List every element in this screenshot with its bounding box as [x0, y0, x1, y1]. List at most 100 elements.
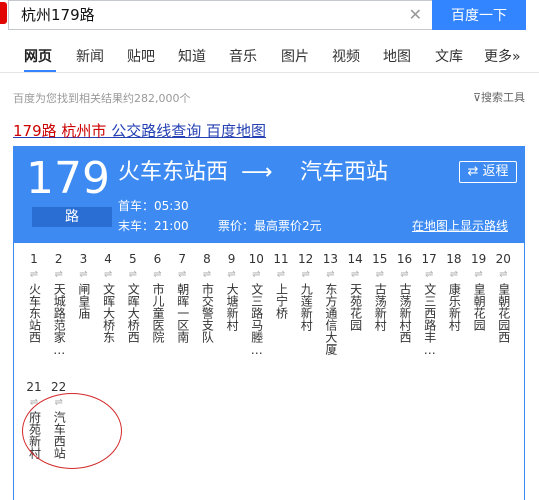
search-button[interactable]: 百度一下: [432, 0, 526, 30]
tab-web[interactable]: 网页: [24, 46, 52, 66]
stop-item[interactable]: 2 ⇌ 天城路范家…: [47, 251, 71, 357]
result-title-link[interactable]: 179路 杭州市 公交路线查询 百度地图: [13, 120, 266, 141]
stop-item[interactable]: 1 ⇌ 火车东站西: [22, 251, 46, 343]
stop-item[interactable]: 18 ⇌ 康乐新村: [442, 251, 466, 331]
stop-number: 6: [153, 252, 162, 266]
stop-name: 康乐新村: [447, 283, 462, 331]
bus-direction-icon: ⇌: [177, 269, 187, 280]
stop-name: 文三路马塍…: [249, 283, 264, 357]
search-tabs: 网页 新闻 贴吧 知道 音乐 图片 视频 地图 文库 更多»: [0, 46, 539, 68]
title-highlight-city: 杭州市: [61, 122, 107, 140]
stop-number: 11: [273, 252, 289, 266]
bus-direction-icon: ⇌: [301, 269, 310, 280]
fare-info: 票价：最高票价2元: [218, 219, 322, 233]
stop-name: 火车东站西: [27, 283, 42, 343]
stop-item[interactable]: 15 ⇌ 古荡新村: [368, 251, 392, 331]
bus-times: 首车：05:30 末车：21:00: [118, 196, 189, 236]
stop-item[interactable]: 8 ⇌ 市交警支队: [195, 251, 219, 343]
stop-name: 大塘新村: [225, 283, 240, 331]
tab-tieba[interactable]: 贴吧: [127, 46, 155, 66]
tab-wenku[interactable]: 文库: [435, 46, 463, 66]
stop-name: 天城路范家…: [52, 283, 67, 357]
stop-item[interactable]: 10 ⇌ 文三路马塍…: [244, 251, 268, 357]
stop-number: 2: [54, 252, 63, 266]
bus-direction-icon: ⇌: [449, 269, 459, 280]
bus-direction-icon: ⇌: [79, 269, 88, 280]
bus-direction-icon: ⇌: [103, 269, 113, 280]
stop-number: 9: [227, 252, 236, 266]
stop-name: 朝晖一区南: [175, 283, 190, 343]
stop-item[interactable]: 9 ⇌ 大塘新村: [220, 251, 244, 331]
stop-name: 古荡新村西: [398, 283, 412, 343]
stop-number: 21: [26, 380, 42, 394]
route-origin: 火车东站西: [118, 160, 229, 185]
stop-item[interactable]: 11 ⇌ 上宁桥: [269, 251, 293, 319]
stop-item[interactable]: 5 ⇌ 文晖大桥西: [121, 251, 145, 343]
tab-news[interactable]: 新闻: [76, 46, 104, 66]
bus-direction-icon: ⇌: [375, 269, 384, 280]
stop-number: 18: [446, 252, 462, 266]
route-suffix: 路: [32, 207, 112, 227]
tab-images[interactable]: 图片: [281, 46, 309, 66]
bus-direction-icon: ⇌: [153, 269, 162, 280]
baidu-logo-fragment: [0, 2, 7, 24]
route-header: 179 路 火车东站西 ⟶ 汽车西站 ⇄ 返程 首车：05:30 末车：21:0…: [14, 147, 524, 243]
bus-direction-icon: ⇌: [202, 269, 212, 280]
stop-number: 5: [128, 252, 137, 266]
stop-number: 20: [495, 252, 511, 266]
search-tools-label: 搜索工具: [481, 91, 525, 104]
stop-number: 3: [79, 252, 88, 266]
stop-item[interactable]: 19 ⇌ 皇朝花园: [467, 251, 491, 331]
first-bus-time: 首车：05:30: [118, 199, 189, 213]
bus-direction-icon: ⇌: [474, 269, 483, 280]
route-number: 179: [26, 153, 110, 204]
stop-name: 市儿童医院: [151, 283, 165, 343]
stop-item[interactable]: 3 ⇌ 闸皇庙: [71, 251, 95, 319]
bus-direction-icon: ⇌: [400, 269, 409, 280]
title-highlight-route: 179路: [13, 122, 57, 140]
bus-direction-icon: ⇌: [326, 269, 335, 280]
bus-direction-icon: ⇌: [128, 269, 137, 280]
stop-item[interactable]: 7 ⇌ 朝晖一区南: [170, 251, 194, 343]
stop-item[interactable]: 13 ⇌ 东方通信大厦: [318, 251, 342, 355]
stop-name: 皇朝花园: [472, 283, 487, 331]
return-label: 返程: [482, 164, 509, 179]
stop-item[interactable]: 14 ⇌ 天苑花园: [343, 251, 367, 331]
filter-icon: ⊽: [472, 91, 481, 104]
stop-number: 4: [104, 252, 112, 266]
stop-item[interactable]: 6 ⇌ 市儿童医院: [146, 251, 170, 343]
tab-zhidao[interactable]: 知道: [178, 46, 206, 66]
stop-name: 上宁桥: [274, 283, 289, 319]
stop-name: 九莲新村: [299, 283, 314, 331]
stop-name: 文晖大桥西: [126, 283, 141, 343]
search-tools-button[interactable]: ⊽搜索工具: [473, 89, 525, 105]
stop-item[interactable]: 20 ⇌ 皇朝花园西: [491, 251, 515, 343]
stop-name: 天苑花园: [348, 283, 363, 331]
title-rest: 公交路线查询 百度地图: [111, 122, 266, 140]
stop-name: 市交警支队: [200, 283, 215, 343]
stop-number: 7: [178, 252, 186, 266]
stop-name: 古荡新村: [373, 283, 388, 331]
tab-music[interactable]: 音乐: [229, 46, 257, 66]
last-bus-time: 末车：21:00: [118, 219, 189, 233]
bus-direction-icon: ⇌: [29, 269, 39, 280]
tab-more[interactable]: 更多»: [484, 46, 521, 66]
search-box[interactable]: 杭州179路 ✕: [8, 0, 432, 30]
stop-item[interactable]: 4 ⇌ 文晖大桥东: [96, 251, 120, 343]
stop-number: 13: [322, 252, 339, 266]
bus-direction-icon: ⇌: [424, 269, 434, 280]
search-input[interactable]: 杭州179路: [21, 5, 95, 25]
bus-direction-icon: ⇌: [276, 269, 286, 280]
annotation-circle: [22, 393, 122, 469]
tab-map[interactable]: 地图: [383, 46, 411, 66]
swap-icon: ⇄: [467, 164, 479, 179]
bus-direction-icon: ⇌: [54, 269, 63, 280]
show-on-map-link[interactable]: 在地图上显示路线: [412, 216, 508, 236]
stop-item[interactable]: 12 ⇌ 九莲新村: [294, 251, 318, 331]
tab-video[interactable]: 视频: [332, 46, 360, 66]
stop-item[interactable]: 16 ⇌ 古荡新村西: [393, 251, 417, 343]
stop-number: 12: [298, 252, 314, 266]
stop-item[interactable]: 17 ⇌ 文三西路丰…: [417, 251, 441, 357]
close-icon[interactable]: ✕: [409, 5, 422, 25]
return-trip-button[interactable]: ⇄ 返程: [459, 161, 517, 183]
